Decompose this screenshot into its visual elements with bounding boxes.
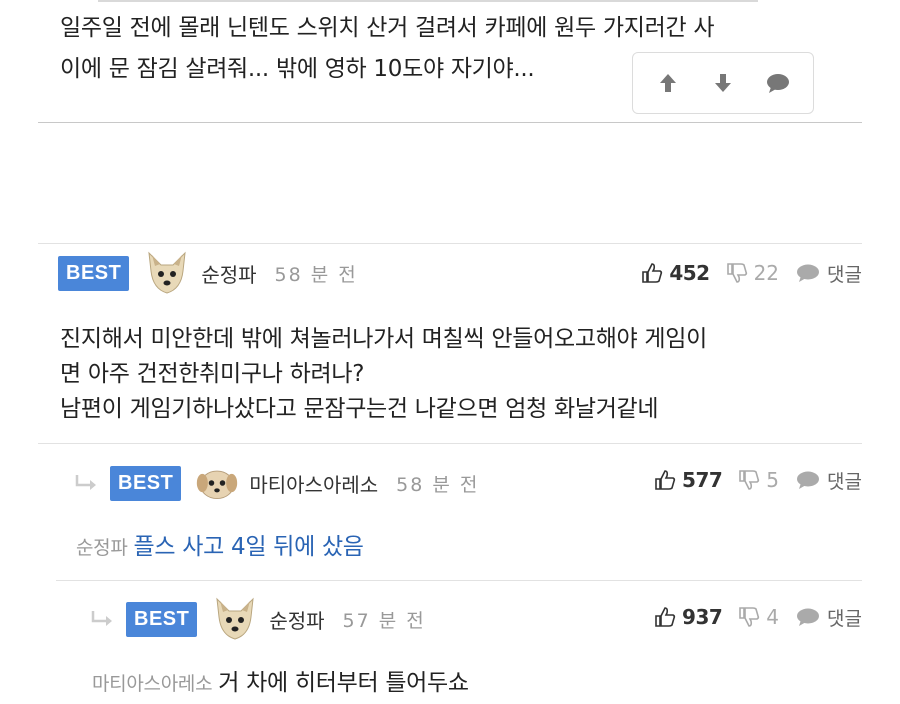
dislike-button[interactable]: 22	[726, 261, 779, 285]
arrow-down-icon[interactable]	[709, 69, 737, 97]
like-count: 577	[682, 468, 723, 492]
reply-button[interactable]: 댓글	[795, 260, 862, 287]
arrow-up-icon[interactable]	[654, 69, 682, 97]
thumbs-down-icon	[726, 263, 747, 283]
best-badge: BEST	[126, 601, 198, 637]
reply-button[interactable]: 댓글	[795, 467, 862, 494]
like-button[interactable]: 452	[641, 261, 710, 285]
comment-text-line: 진지해서 미안한데 밖에 쳐놀러나가서 며칠씩 안들어오고해야 게임이	[60, 326, 708, 352]
comment-text: 거 차에 히터부터 틀어두쇼	[218, 670, 469, 696]
comment-time: 58 분 전	[396, 473, 480, 496]
comment-2-body: 순정파 플스 사고 4일 뒤에 샀음	[76, 530, 364, 566]
best-badge: BEST	[110, 465, 182, 501]
post-divider	[38, 122, 862, 123]
avatar[interactable]	[211, 595, 259, 643]
reply-arrow-icon	[74, 471, 102, 495]
reply-button[interactable]: 댓글	[795, 604, 862, 631]
comment-author[interactable]: 순정파	[201, 259, 256, 288]
comment-divider	[38, 243, 862, 244]
like-count: 937	[682, 605, 723, 629]
mention-user[interactable]: 순정파	[76, 537, 128, 559]
comment-1-meta: BEST 순정파 58 분 전	[58, 248, 358, 298]
reply-label: 댓글	[827, 607, 862, 630]
reply-label: 댓글	[827, 263, 862, 286]
post-vote-box	[632, 52, 814, 114]
comment-2-actions: 577 5 댓글	[644, 455, 862, 505]
comment-author[interactable]: 순정파	[269, 605, 324, 634]
best-badge: BEST	[58, 255, 130, 291]
thumbs-up-icon	[655, 470, 676, 490]
avatar[interactable]	[143, 249, 191, 297]
comment-1-actions: 452 22 댓글	[631, 248, 862, 298]
dislike-count: 5	[766, 468, 780, 492]
comment-bubble-icon	[797, 264, 820, 282]
dislike-button[interactable]: 4	[738, 605, 779, 629]
comment-3-meta: BEST 순정파 57 분 전	[90, 594, 426, 644]
comment-time: 57 분 전	[342, 609, 426, 632]
comment-bubble-icon	[797, 471, 820, 489]
like-button[interactable]: 577	[654, 468, 723, 492]
dislike-button[interactable]: 5	[738, 468, 779, 492]
comment-text: 플스 사고 4일 뒤에 샀음	[133, 534, 364, 560]
post-text-line-1: 일주일 전에 몰래 닌텐도 스위치 산거 걸려서 카페에 원두 가지러간 사	[60, 15, 715, 41]
comment-1-body: 진지해서 미안한데 밖에 쳐놀러나가서 며칠씩 안들어오고해야 게임이 면 아주…	[60, 322, 707, 427]
thumbs-down-icon	[739, 470, 760, 490]
avatar[interactable]	[195, 461, 239, 505]
comment-bubble-icon[interactable]	[764, 69, 792, 97]
comment-divider	[38, 443, 862, 444]
dislike-count: 4	[766, 605, 780, 629]
comment-text-line: 남편이 게임기하나샀다고 문잠구는건 나같으면 엄청 화날거같네	[60, 396, 659, 422]
dislike-count: 22	[753, 261, 780, 285]
thumbs-down-icon	[739, 607, 760, 627]
comment-author[interactable]: 마티아스아레소	[249, 469, 378, 498]
like-count: 452	[669, 261, 710, 285]
thumbs-up-icon	[642, 263, 663, 283]
like-button[interactable]: 937	[654, 605, 723, 629]
comment-3-body: 마티아스아레소 거 차에 히터부터 틀어두쇼	[92, 666, 469, 702]
comment-text-line: 면 아주 건전한취미구나 하려나?	[60, 361, 365, 387]
top-divider	[98, 0, 758, 2]
thumbs-up-icon	[655, 607, 676, 627]
comment-divider	[56, 580, 862, 581]
reply-label: 댓글	[827, 470, 862, 493]
reply-arrow-icon	[90, 607, 118, 631]
comment-bubble-icon	[797, 608, 820, 626]
comment-2-meta: BEST 마티아스아레소 58 분 전	[74, 458, 479, 508]
comment-time: 58 분 전	[274, 263, 358, 286]
mention-user[interactable]: 마티아스아레소	[92, 673, 213, 695]
comment-3-actions: 937 4 댓글	[644, 592, 862, 642]
